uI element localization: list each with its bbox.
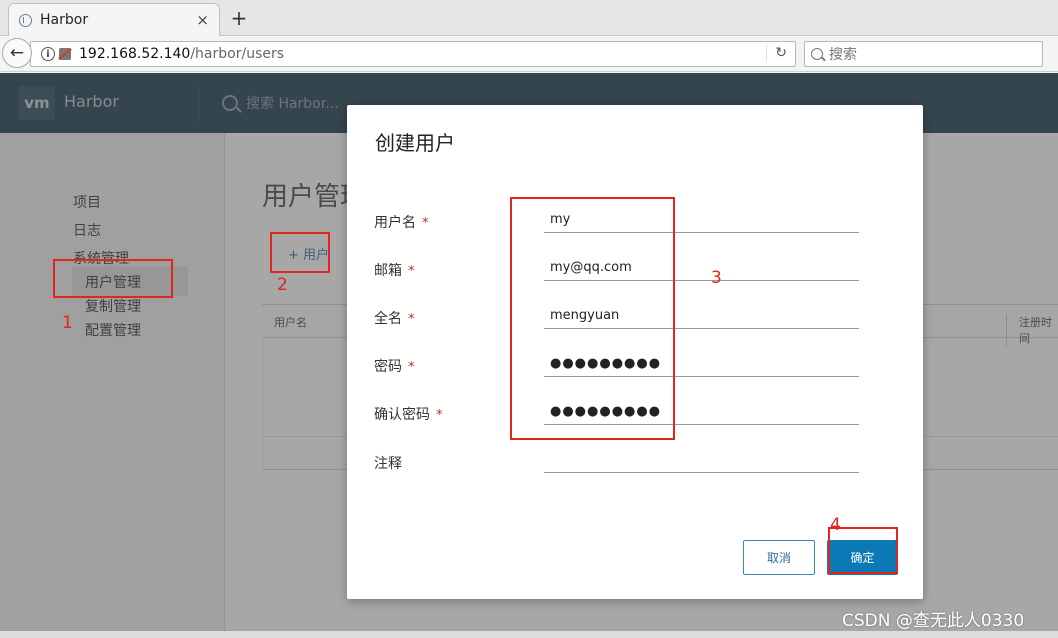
fullname-label: 全名 * <box>374 311 415 327</box>
search-icon <box>811 48 823 60</box>
browser-tab-bar: Harbor × + <box>0 0 1058 36</box>
annotation-box-user-management <box>53 259 173 298</box>
browser-nav-bar: i 192.168.52.140/harbor/users ↻ ← 搜索 <box>0 36 1058 72</box>
browser-search-placeholder: 搜索 <box>829 47 857 63</box>
cancel-button[interactable]: 取消 <box>743 540 815 575</box>
watermark: CSDN @查无此人0330 <box>842 611 1025 631</box>
insecure-lock-icon <box>59 48 71 60</box>
reload-icon[interactable]: ↻ <box>766 45 787 61</box>
confirm-password-label: 确认密码 * <box>374 407 443 423</box>
email-label: 邮箱 * <box>374 263 415 279</box>
tab-title: Harbor <box>40 12 89 28</box>
username-label: 用户名 * <box>374 215 429 231</box>
annotation-number-1: 1 <box>62 313 73 333</box>
annotation-number-3: 3 <box>711 268 722 288</box>
url-path: /harbor/users <box>190 46 285 62</box>
browser-search-input[interactable]: 搜索 <box>804 41 1043 67</box>
back-arrow-icon[interactable]: ← <box>2 38 32 68</box>
comment-field[interactable] <box>544 447 859 473</box>
new-tab-button[interactable]: + <box>228 6 250 30</box>
info-icon[interactable]: i <box>41 47 55 61</box>
annotation-box-form-fields <box>510 197 675 440</box>
url-host: 192.168.52.140 <box>79 46 191 62</box>
bottom-scroll-strip <box>0 631 1058 638</box>
harbor-favicon-icon <box>19 13 32 27</box>
tab-close-icon[interactable]: × <box>196 11 209 29</box>
browser-tab[interactable]: Harbor × <box>8 3 220 36</box>
annotation-box-add-user <box>270 232 330 273</box>
comment-label: 注释 <box>374 456 402 472</box>
annotation-number-4: 4 <box>830 515 841 535</box>
password-label: 密码 * <box>374 359 415 375</box>
annotation-number-2: 2 <box>277 275 288 295</box>
dialog-title: 创建用户 <box>375 131 455 155</box>
url-bar[interactable]: i 192.168.52.140/harbor/users ↻ <box>30 41 796 67</box>
